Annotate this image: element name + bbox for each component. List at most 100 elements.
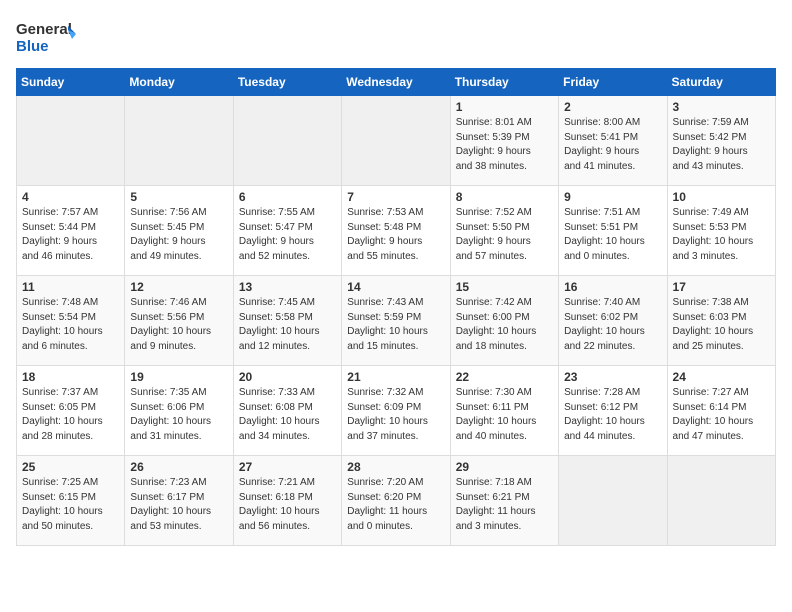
day-info: Sunrise: 7:18 AMSunset: 6:21 PMDaylight:…: [456, 476, 553, 534]
day-number: 11: [22, 280, 119, 294]
calendar-cell: 4 Sunrise: 7:57 AMSunset: 5:44 PMDaylight…: [17, 186, 125, 276]
day-info: Sunrise: 8:00 AMSunset: 5:41 PMDaylight:…: [564, 116, 661, 174]
calendar-cell: 7 Sunrise: 7:53 AMSunset: 5:48 PMDaylight…: [342, 186, 450, 276]
calendar-cell: 29 Sunrise: 7:18 AMSunset: 6:21 PMDayligh…: [450, 456, 558, 546]
day-number: 25: [22, 460, 119, 474]
calendar-cell: 13 Sunrise: 7:45 AMSunset: 5:58 PMDayligh…: [233, 276, 341, 366]
day-number: 9: [564, 190, 661, 204]
day-info: Sunrise: 7:38 AMSunset: 6:03 PMDaylight:…: [673, 296, 770, 354]
calendar-cell: [667, 456, 775, 546]
calendar-cell: 5 Sunrise: 7:56 AMSunset: 5:45 PMDaylight…: [125, 186, 233, 276]
day-info: Sunrise: 7:53 AMSunset: 5:48 PMDaylight:…: [347, 206, 444, 264]
calendar-cell: 28Sunrise: 7:20 AMSunset: 6:20 PMDayligh…: [342, 456, 450, 546]
calendar-header-row: SundayMondayTuesdayWednesdayThursdayFrid…: [17, 69, 776, 96]
day-number: 18: [22, 370, 119, 384]
calendar-cell: 15Sunrise: 7:42 AMSunset: 6:00 PMDayligh…: [450, 276, 558, 366]
day-info: Sunrise: 7:55 AMSunset: 5:47 PMDaylight:…: [239, 206, 336, 264]
calendar-cell: 18 Sunrise: 7:37 AMSunset: 6:05 PMDayligh…: [17, 366, 125, 456]
calendar-cell: 17 Sunrise: 7:38 AMSunset: 6:03 PMDayligh…: [667, 276, 775, 366]
calendar-cell: 2 Sunrise: 8:00 AMSunset: 5:41 PMDaylight…: [559, 96, 667, 186]
day-number: 23: [564, 370, 661, 384]
day-number: 4: [22, 190, 119, 204]
calendar-day-header: Tuesday: [233, 69, 341, 96]
calendar-cell: [233, 96, 341, 186]
day-info: Sunrise: 7:28 AMSunset: 6:12 PMDaylight:…: [564, 386, 661, 444]
logo: GeneralBlue: [16, 16, 76, 56]
day-number: 26: [130, 460, 227, 474]
calendar-week-row: 1Sunrise: 8:01 AMSunset: 5:39 PMDaylight…: [17, 96, 776, 186]
calendar-cell: 10Sunrise: 7:49 AMSunset: 5:53 PMDayligh…: [667, 186, 775, 276]
svg-text:General: General: [16, 21, 72, 38]
day-info: Sunrise: 7:43 AMSunset: 5:59 PMDaylight:…: [347, 296, 444, 354]
day-info: Sunrise: 7:51 AMSunset: 5:51 PMDaylight:…: [564, 206, 661, 264]
day-number: 3: [673, 100, 770, 114]
day-number: 28: [347, 460, 444, 474]
day-info: Sunrise: 7:40 AMSunset: 6:02 PMDaylight:…: [564, 296, 661, 354]
calendar-week-row: 18 Sunrise: 7:37 AMSunset: 6:05 PMDayligh…: [17, 366, 776, 456]
day-info: Sunrise: 7:45 AMSunset: 5:58 PMDaylight:…: [239, 296, 336, 354]
calendar-cell: 1Sunrise: 8:01 AMSunset: 5:39 PMDaylight…: [450, 96, 558, 186]
day-number: 16: [564, 280, 661, 294]
day-info: Sunrise: 7:30 AMSunset: 6:11 PMDaylight:…: [456, 386, 553, 444]
calendar-cell: 26 Sunrise: 7:23 AMSunset: 6:17 PMDayligh…: [125, 456, 233, 546]
calendar-cell: [342, 96, 450, 186]
calendar-cell: 23 Sunrise: 7:28 AMSunset: 6:12 PMDayligh…: [559, 366, 667, 456]
page-header: GeneralBlue: [16, 16, 776, 56]
calendar-cell: 27 Sunrise: 7:21 AMSunset: 6:18 PMDayligh…: [233, 456, 341, 546]
calendar-day-header: Monday: [125, 69, 233, 96]
day-number: 1: [456, 100, 553, 114]
calendar-day-header: Wednesday: [342, 69, 450, 96]
calendar-week-row: 4 Sunrise: 7:57 AMSunset: 5:44 PMDaylight…: [17, 186, 776, 276]
day-number: 21: [347, 370, 444, 384]
calendar-table: SundayMondayTuesdayWednesdayThursdayFrid…: [16, 68, 776, 546]
day-number: 20: [239, 370, 336, 384]
svg-text:Blue: Blue: [16, 38, 49, 55]
day-info: Sunrise: 7:21 AMSunset: 6:18 PMDaylight:…: [239, 476, 336, 534]
calendar-day-header: Friday: [559, 69, 667, 96]
calendar-cell: 12 Sunrise: 7:46 AMSunset: 5:56 PMDayligh…: [125, 276, 233, 366]
calendar-cell: 9 Sunrise: 7:51 AMSunset: 5:51 PMDaylight…: [559, 186, 667, 276]
calendar-cell: 19Sunrise: 7:35 AMSunset: 6:06 PMDayligh…: [125, 366, 233, 456]
calendar-cell: 20 Sunrise: 7:33 AMSunset: 6:08 PMDayligh…: [233, 366, 341, 456]
day-info: Sunrise: 7:46 AMSunset: 5:56 PMDaylight:…: [130, 296, 227, 354]
calendar-cell: [17, 96, 125, 186]
day-number: 10: [673, 190, 770, 204]
day-info: Sunrise: 7:42 AMSunset: 6:00 PMDaylight:…: [456, 296, 553, 354]
day-number: 22: [456, 370, 553, 384]
day-number: 24: [673, 370, 770, 384]
day-number: 5: [130, 190, 227, 204]
calendar-cell: 25 Sunrise: 7:25 AMSunset: 6:15 PMDayligh…: [17, 456, 125, 546]
day-number: 13: [239, 280, 336, 294]
day-info: Sunrise: 7:27 AMSunset: 6:14 PMDaylight:…: [673, 386, 770, 444]
day-number: 7: [347, 190, 444, 204]
day-number: 8: [456, 190, 553, 204]
day-number: 19: [130, 370, 227, 384]
day-info: Sunrise: 7:59 AMSunset: 5:42 PMDaylight:…: [673, 116, 770, 174]
calendar-cell: 16 Sunrise: 7:40 AMSunset: 6:02 PMDayligh…: [559, 276, 667, 366]
day-info: Sunrise: 7:25 AMSunset: 6:15 PMDaylight:…: [22, 476, 119, 534]
calendar-cell: 6 Sunrise: 7:55 AMSunset: 5:47 PMDaylight…: [233, 186, 341, 276]
day-number: 2: [564, 100, 661, 114]
calendar-cell: 11 Sunrise: 7:48 AMSunset: 5:54 PMDayligh…: [17, 276, 125, 366]
calendar-cell: 22 Sunrise: 7:30 AMSunset: 6:11 PMDayligh…: [450, 366, 558, 456]
calendar-cell: [559, 456, 667, 546]
calendar-day-header: Sunday: [17, 69, 125, 96]
day-number: 17: [673, 280, 770, 294]
calendar-day-header: Thursday: [450, 69, 558, 96]
calendar-cell: 24 Sunrise: 7:27 AMSunset: 6:14 PMDayligh…: [667, 366, 775, 456]
day-info: Sunrise: 7:52 AMSunset: 5:50 PMDaylight:…: [456, 206, 553, 264]
day-info: Sunrise: 7:33 AMSunset: 6:08 PMDaylight:…: [239, 386, 336, 444]
day-info: Sunrise: 7:56 AMSunset: 5:45 PMDaylight:…: [130, 206, 227, 264]
calendar-cell: 3 Sunrise: 7:59 AMSunset: 5:42 PMDaylight…: [667, 96, 775, 186]
day-number: 27: [239, 460, 336, 474]
day-number: 6: [239, 190, 336, 204]
calendar-day-header: Saturday: [667, 69, 775, 96]
day-info: Sunrise: 7:57 AMSunset: 5:44 PMDaylight:…: [22, 206, 119, 264]
day-info: Sunrise: 7:48 AMSunset: 5:54 PMDaylight:…: [22, 296, 119, 354]
day-info: Sunrise: 7:32 AMSunset: 6:09 PMDaylight:…: [347, 386, 444, 444]
day-number: 12: [130, 280, 227, 294]
day-info: Sunrise: 7:37 AMSunset: 6:05 PMDaylight:…: [22, 386, 119, 444]
day-info: Sunrise: 7:23 AMSunset: 6:17 PMDaylight:…: [130, 476, 227, 534]
day-number: 29: [456, 460, 553, 474]
calendar-week-row: 25 Sunrise: 7:25 AMSunset: 6:15 PMDayligh…: [17, 456, 776, 546]
